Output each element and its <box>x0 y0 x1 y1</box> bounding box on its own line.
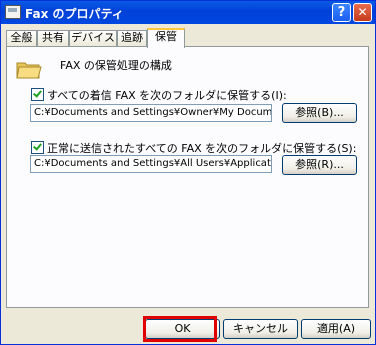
sent-archive-option[interactable]: 正常に送信されたすべての FAX を次のフォルダに保管する(S): <box>31 140 356 156</box>
cancel-button[interactable]: キャンセル <box>223 319 298 339</box>
fax-properties-window: Fax のプロパティ ? ✕ 全般 共有 デバイス 追跡 保管 FAX の保管処… <box>0 0 376 345</box>
title-bar[interactable]: Fax のプロパティ ? ✕ <box>1 1 375 24</box>
incoming-browse-button[interactable]: 参照(B)... <box>282 103 357 123</box>
incoming-archive-checkbox[interactable] <box>31 88 44 101</box>
apply-button[interactable]: 適用(A) <box>301 319 371 339</box>
tab-general[interactable]: 全般 <box>6 30 37 46</box>
sent-archive-label: 正常に送信されたすべての FAX を次のフォルダに保管する(S): <box>47 142 357 155</box>
incoming-archive-option[interactable]: すべての着信 FAX を次のフォルダに保管する(I): <box>31 87 287 103</box>
tab-sharing[interactable]: 共有 <box>37 30 69 46</box>
archive-panel <box>6 46 369 308</box>
fax-printer-icon <box>5 5 21 19</box>
ok-button-highlight <box>143 316 217 342</box>
section-title: FAX の保管処理の構成 <box>60 59 172 72</box>
close-button[interactable]: ✕ <box>353 3 372 22</box>
help-button[interactable]: ? <box>332 3 351 22</box>
tab-tracking[interactable]: 追跡 <box>117 30 147 46</box>
window-title: Fax のプロパティ <box>25 7 124 21</box>
tab-archive[interactable]: 保管 <box>147 28 185 48</box>
tab-device[interactable]: デバイス <box>69 30 117 46</box>
sent-folder-path-field[interactable]: C:¥Documents and Settings¥All Users¥Appl… <box>30 155 272 173</box>
incoming-archive-label: すべての着信 FAX を次のフォルダに保管する(I): <box>47 89 287 102</box>
incoming-folder-path-field[interactable]: C:¥Documents and Settings¥Owner¥My Docum… <box>30 104 272 122</box>
folder-icon <box>16 62 42 79</box>
sent-archive-checkbox[interactable] <box>31 141 44 154</box>
sent-browse-button[interactable]: 参照(R)... <box>282 155 357 175</box>
